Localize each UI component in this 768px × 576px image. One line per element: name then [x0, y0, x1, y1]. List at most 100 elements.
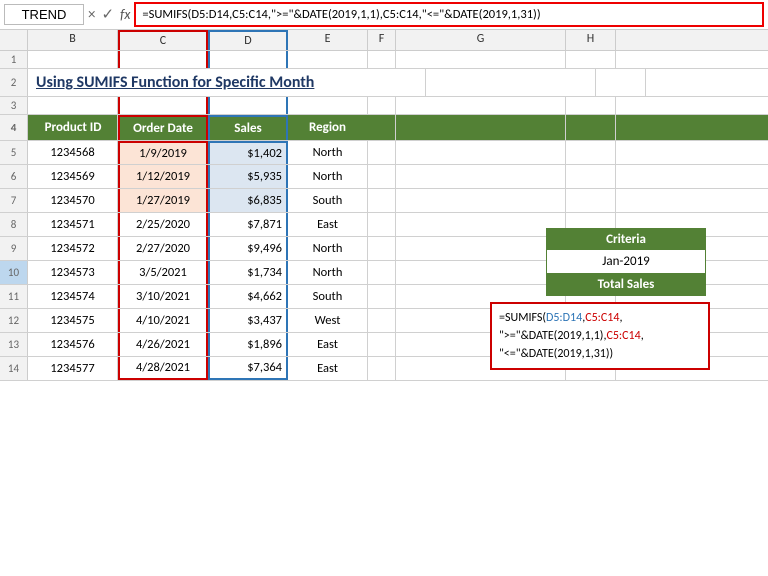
- cell-d3[interactable]: [208, 97, 288, 114]
- cell-sales-10[interactable]: $1,734: [208, 261, 288, 284]
- cell-product-id-11[interactable]: 1234574: [28, 285, 118, 308]
- cell-order-date-11[interactable]: 3/10/2021: [118, 285, 208, 308]
- cell-f2[interactable]: [398, 69, 426, 96]
- cell-f1[interactable]: [368, 51, 396, 68]
- cell-f-8[interactable]: [368, 213, 396, 236]
- cell-sales-6[interactable]: $5,935: [208, 165, 288, 188]
- cell-product-id-8[interactable]: 1234571: [28, 213, 118, 236]
- cell-h2[interactable]: [596, 69, 646, 96]
- col-header-g[interactable]: G: [396, 30, 566, 50]
- cell-region-8[interactable]: East: [288, 213, 368, 236]
- cell-h-7[interactable]: [566, 189, 616, 212]
- cell-f-11[interactable]: [368, 285, 396, 308]
- cell-region-10[interactable]: North: [288, 261, 368, 284]
- cell-order-date-5[interactable]: 1/9/2019: [118, 141, 208, 164]
- cell-g2[interactable]: [426, 69, 596, 96]
- cell-product-id-10[interactable]: 1234573: [28, 261, 118, 284]
- cell-order-date-9[interactable]: 2/27/2020: [118, 237, 208, 260]
- cell-product-id-9[interactable]: 1234572: [28, 237, 118, 260]
- formula-input[interactable]: =SUMIFS(D5:D14,C5:C14,">="&DATE(2019,1,1…: [134, 2, 764, 28]
- cell-g3[interactable]: [396, 97, 566, 114]
- cell-order-date-7[interactable]: 1/27/2019: [118, 189, 208, 212]
- cell-order-date-13[interactable]: 4/26/2021: [118, 333, 208, 356]
- cell-product-id-12[interactable]: 1234575: [28, 309, 118, 332]
- cell-sales-12[interactable]: $3,437: [208, 309, 288, 332]
- cell-sales-13[interactable]: $1,896: [208, 333, 288, 356]
- cell-sales-5[interactable]: $1,402: [208, 141, 288, 164]
- cell-h3[interactable]: [566, 97, 616, 114]
- cell-h-6[interactable]: [566, 165, 616, 188]
- col-header-h[interactable]: H: [566, 30, 616, 50]
- cell-f-7[interactable]: [368, 189, 396, 212]
- cell-f-13[interactable]: [368, 333, 396, 356]
- cell-g-7[interactable]: [396, 189, 566, 212]
- row-num-3: 3: [0, 97, 28, 114]
- cell-f-12[interactable]: [368, 309, 396, 332]
- cell-sales-7[interactable]: $6,835: [208, 189, 288, 212]
- cell-g-5[interactable]: [396, 141, 566, 164]
- cell-e3[interactable]: [288, 97, 368, 114]
- cell-h4[interactable]: [566, 115, 616, 140]
- cell-region-9[interactable]: North: [288, 237, 368, 260]
- cell-region-7[interactable]: South: [288, 189, 368, 212]
- cell-e1[interactable]: [288, 51, 368, 68]
- name-box[interactable]: TREND: [4, 4, 84, 25]
- cell-f-6[interactable]: [368, 165, 396, 188]
- cell-region-12[interactable]: West: [288, 309, 368, 332]
- cell-g-9[interactable]: [396, 237, 566, 260]
- row-num-8: 8: [0, 213, 28, 236]
- col-header-c[interactable]: C: [118, 30, 208, 50]
- cell-sales-9[interactable]: $9,496: [208, 237, 288, 260]
- cell-f-14[interactable]: [368, 357, 396, 380]
- ft-prefix: =SUMIFS(: [499, 311, 546, 325]
- cell-product-id-6[interactable]: 1234569: [28, 165, 118, 188]
- fx-label: fx: [120, 6, 130, 23]
- col-header-b[interactable]: B: [28, 30, 118, 50]
- cell-f-5[interactable]: [368, 141, 396, 164]
- cell-h1[interactable]: [566, 51, 616, 68]
- cell-product-id-14[interactable]: 1234577: [28, 357, 118, 380]
- cell-f3[interactable]: [368, 97, 396, 114]
- cell-product-id-5[interactable]: 1234568: [28, 141, 118, 164]
- cell-f-9[interactable]: [368, 237, 396, 260]
- cell-g-10[interactable]: [396, 261, 566, 284]
- total-sales-header: Total Sales: [547, 274, 705, 295]
- cell-product-id-7[interactable]: 1234570: [28, 189, 118, 212]
- cell-region-5[interactable]: North: [288, 141, 368, 164]
- cell-g4[interactable]: [396, 115, 566, 140]
- cell-order-date-14[interactable]: 4/28/2021: [118, 357, 208, 380]
- column-headers: B C D E F G H: [0, 30, 768, 51]
- cell-order-date-8[interactable]: 2/25/2020: [118, 213, 208, 236]
- col-header-e[interactable]: E: [288, 30, 368, 50]
- row-num-13: 13: [0, 333, 28, 356]
- cell-b3[interactable]: [28, 97, 118, 114]
- cell-c3[interactable]: [118, 97, 208, 114]
- cell-c1[interactable]: [118, 51, 208, 68]
- cell-region-13[interactable]: East: [288, 333, 368, 356]
- cell-f4[interactable]: [368, 115, 396, 140]
- cell-order-date-12[interactable]: 4/10/2021: [118, 309, 208, 332]
- cell-region-14[interactable]: East: [288, 357, 368, 380]
- cell-region-11[interactable]: South: [288, 285, 368, 308]
- cell-h-5[interactable]: [566, 141, 616, 164]
- table-row: 512345681/9/2019$1,402North: [0, 141, 768, 165]
- cell-region-6[interactable]: North: [288, 165, 368, 188]
- cancel-icon[interactable]: ×: [88, 6, 95, 24]
- cell-f-10[interactable]: [368, 261, 396, 284]
- cell-g1[interactable]: [396, 51, 566, 68]
- ft-gte: ">="&DATE(2019,1,1),: [499, 329, 606, 343]
- cell-product-id-13[interactable]: 1234576: [28, 333, 118, 356]
- cell-d1[interactable]: [208, 51, 288, 68]
- cell-order-date-10[interactable]: 3/5/2021: [118, 261, 208, 284]
- col-header-f[interactable]: F: [368, 30, 396, 50]
- cell-g-6[interactable]: [396, 165, 566, 188]
- cell-order-date-6[interactable]: 1/12/2019: [118, 165, 208, 188]
- header-order-date: Order Date: [118, 115, 208, 140]
- col-header-d[interactable]: D: [208, 30, 288, 50]
- cell-b1[interactable]: [28, 51, 118, 68]
- cell-sales-11[interactable]: $4,662: [208, 285, 288, 308]
- cell-sales-14[interactable]: $7,364: [208, 357, 288, 380]
- confirm-icon[interactable]: ✓: [101, 5, 114, 24]
- cell-sales-8[interactable]: $7,871: [208, 213, 288, 236]
- cell-g-8[interactable]: [396, 213, 566, 236]
